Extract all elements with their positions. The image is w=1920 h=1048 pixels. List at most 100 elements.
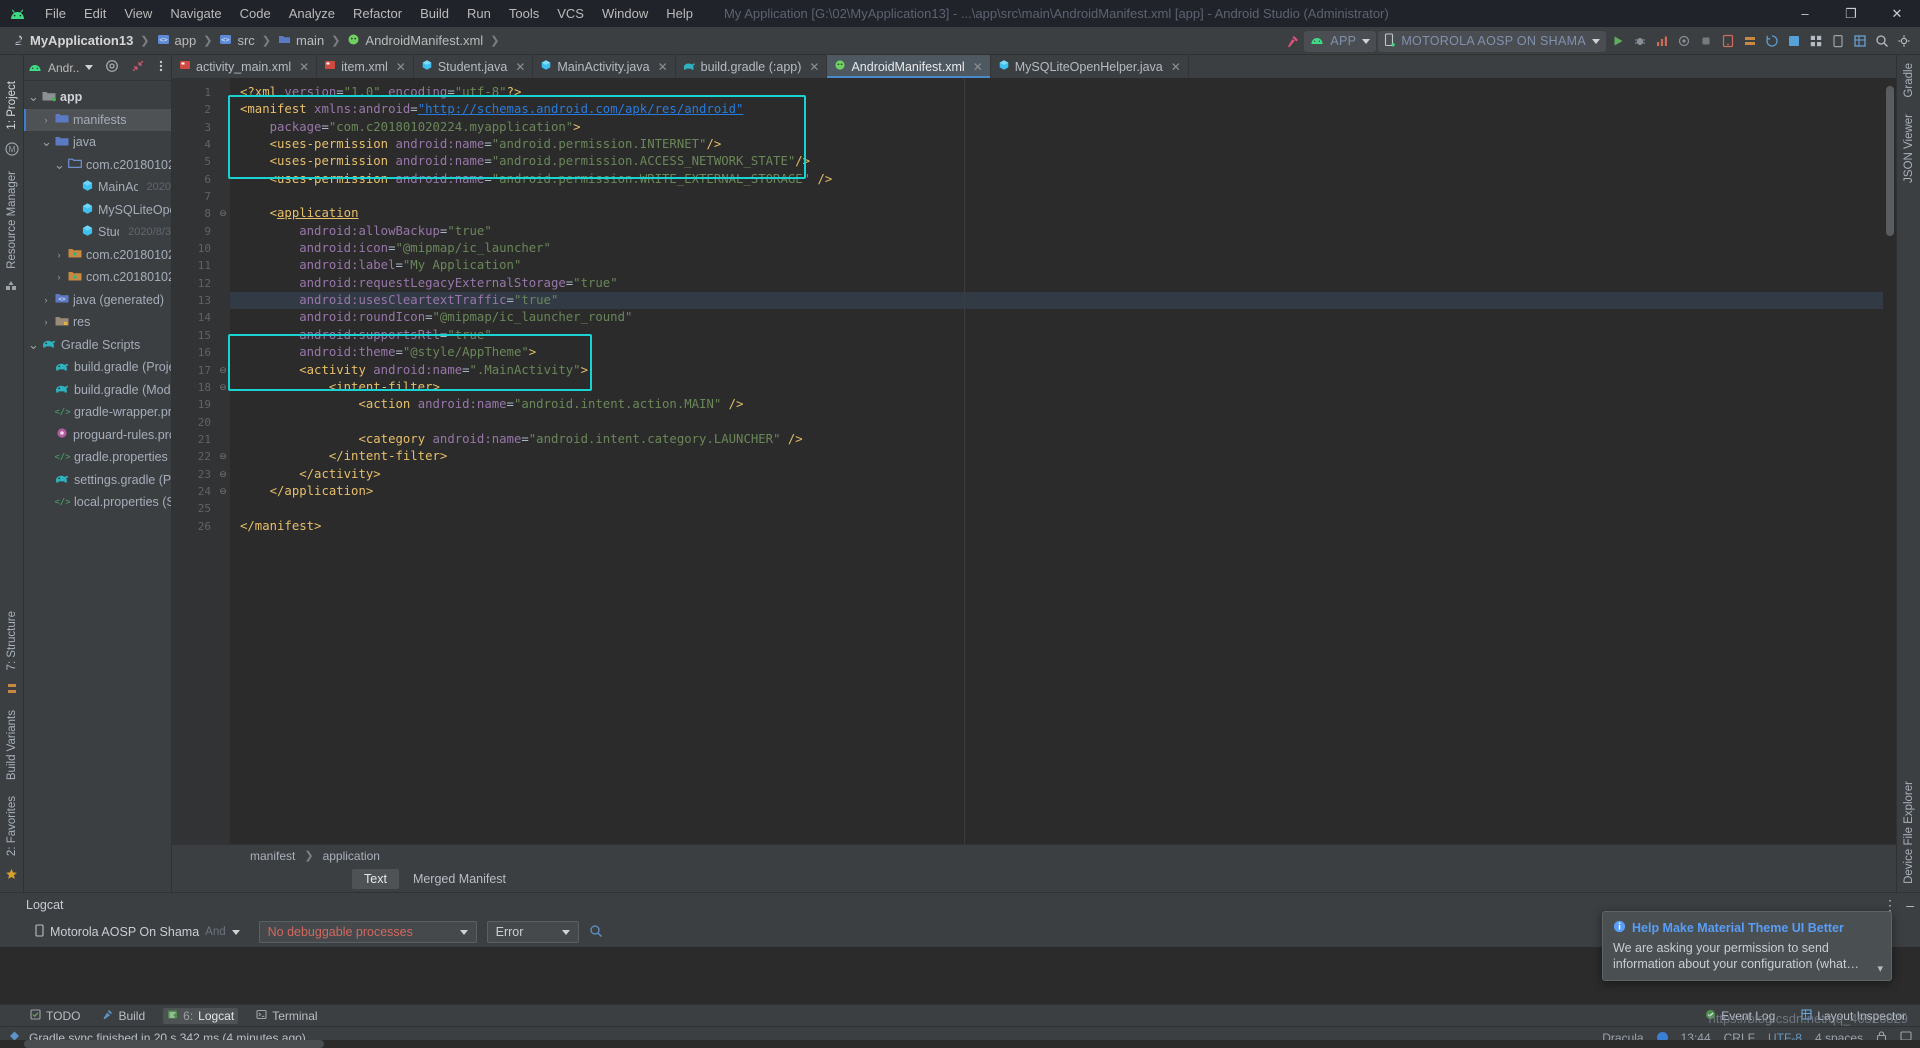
expand-arrow-icon[interactable]: › <box>41 295 51 305</box>
editor-tab-mainactivity-java[interactable]: MainActivity.java ✕ <box>533 55 676 78</box>
close-icon[interactable]: ✕ <box>809 60 819 74</box>
project-view-label[interactable]: Andr.. <box>48 61 79 75</box>
tree-node-app[interactable]: ⌄ app <box>24 86 171 109</box>
chevron-down-icon[interactable] <box>85 65 94 70</box>
expand-arrow-icon[interactable]: › <box>41 317 51 327</box>
search-filter-icon[interactable] <box>589 924 605 941</box>
tree-node-build-gradle-project-n[interactable]: build.gradle (Project: N <box>24 356 171 379</box>
attach-debugger-icon[interactable] <box>1674 30 1694 52</box>
tree-node-com-c20180102022[interactable]: › com.c20180102022… <box>24 244 172 267</box>
project-tree[interactable]: ⌄ app › manifests ⌄ java ⌄ com.c20180102022… Mai… <box>24 81 171 892</box>
more-options-icon[interactable] <box>159 59 163 76</box>
code-line[interactable]: android:allowBackup="true" <box>230 223 1896 240</box>
menu-navigate[interactable]: Navigate <box>161 3 230 24</box>
rail-item-structure[interactable]: 7: Structure <box>6 603 18 678</box>
code-line[interactable] <box>230 188 1896 205</box>
tree-node-manifests[interactable]: › manifests <box>24 108 171 131</box>
run-icon[interactable] <box>1608 30 1628 52</box>
code-line[interactable]: android:supportsRtl="true" <box>230 327 1896 344</box>
code-text[interactable]: <?xml version="1.0" encoding="utf-8"?> <m… <box>230 78 1896 844</box>
expand-arrow-icon[interactable]: ⌄ <box>28 338 39 351</box>
close-icon[interactable]: ✕ <box>973 60 983 74</box>
logcat-level-selector[interactable]: Error <box>486 921 579 943</box>
code-line[interactable]: </activity> <box>230 466 1896 483</box>
menu-build[interactable]: Build <box>411 3 458 24</box>
editor-scrollbar[interactable] <box>1883 78 1896 844</box>
close-button[interactable]: ✕ <box>1874 0 1920 27</box>
stop-icon[interactable] <box>1696 30 1716 52</box>
gradle-sync-icon[interactable] <box>1762 30 1782 52</box>
tree-node-settings-gradle-projec[interactable]: settings.gradle (Projec <box>24 469 171 492</box>
editor-tab-androidmanifest-xml[interactable]: AndroidManifest.xml ✕ <box>827 55 991 78</box>
expand-arrow-icon[interactable]: › <box>54 272 64 282</box>
code-line[interactable]: <activity android:name=".MainActivity"> <box>230 362 1896 379</box>
tree-node-proguard-rules-pro-p[interactable]: proguard-rules.pro (P <box>24 424 171 447</box>
tree-node-java[interactable]: ⌄ java <box>24 131 171 154</box>
code-line[interactable]: android:roundIcon="@mipmap/ic_launcher_r… <box>230 309 1896 326</box>
code-breadcrumb-manifest[interactable]: manifest <box>250 849 295 863</box>
logcat-process-selector[interactable]: No debuggable processes <box>258 921 477 943</box>
menu-code[interactable]: Code <box>231 3 280 24</box>
code-line[interactable]: </manifest> <box>230 518 1896 535</box>
expand-arrow-icon[interactable]: ⌄ <box>54 158 65 171</box>
code-line[interactable]: <application <box>230 205 1896 222</box>
breadcrumb-app[interactable]: <> app <box>153 32 201 50</box>
rail-item-gradle[interactable]: Gradle <box>1903 55 1915 106</box>
fold-toggle-icon[interactable]: ⊖ <box>216 362 230 379</box>
code-line[interactable]: <category android:name="android.intent.c… <box>230 431 1896 448</box>
code-line[interactable]: android:theme="@style/AppTheme"> <box>230 344 1896 361</box>
code-line[interactable]: <uses-permission android:name="android.p… <box>230 153 1896 170</box>
code-line[interactable]: android:icon="@mipmap/ic_launcher" <box>230 240 1896 257</box>
hide-icon[interactable]: – <box>1906 897 1914 913</box>
target-icon[interactable] <box>105 59 119 76</box>
material-theme-notification[interactable]: Help Make Material Theme UI Better We ar… <box>1602 911 1892 981</box>
code-line[interactable]: <?xml version="1.0" encoding="utf-8"?> <box>230 84 1896 101</box>
rail-item-favorites[interactable]: 2: Favorites <box>6 788 18 864</box>
tool-window-build[interactable]: Build <box>98 1008 149 1024</box>
code-line[interactable]: </intent-filter> <box>230 448 1896 465</box>
device-manager-icon[interactable] <box>1828 30 1848 52</box>
sdk-manager-icon[interactable] <box>1740 30 1760 52</box>
tree-node-java-generated[interactable]: › <> java (generated) <box>24 289 171 312</box>
rail-item-project[interactable]: 1: Project <box>6 73 18 138</box>
tree-node-com-c20180102022[interactable]: › com.c20180102022… <box>24 266 172 289</box>
code-line[interactable] <box>230 414 1896 431</box>
layout-inspector-toolbar-icon[interactable] <box>1850 30 1870 52</box>
avd-manager-icon[interactable] <box>1718 30 1738 52</box>
code-line[interactable]: <action android:name="android.intent.act… <box>230 396 1896 413</box>
editor-tab-mysqliteopenhelper-java[interactable]: MySQLiteOpenHelper.java ✕ <box>991 55 1189 78</box>
close-icon[interactable]: ✕ <box>658 60 668 74</box>
tab-merged-manifest[interactable]: Merged Manifest <box>401 869 518 889</box>
code-line[interactable]: <manifest xmlns:android="http://schemas.… <box>230 101 1896 118</box>
rail-item-device-file-explorer[interactable]: Device File Explorer <box>1903 773 1915 892</box>
collapse-all-icon[interactable] <box>131 59 145 76</box>
fold-toggle-icon[interactable]: ⊖ <box>216 205 230 222</box>
layout-editor-icon[interactable] <box>1806 30 1826 52</box>
profile-icon[interactable] <box>1652 30 1672 52</box>
fold-toggle-icon[interactable]: ⊖ <box>216 466 230 483</box>
tree-node-res[interactable]: › res <box>24 311 171 334</box>
menu-vcs[interactable]: VCS <box>548 3 593 24</box>
tab-text[interactable]: Text <box>352 869 399 889</box>
menu-file[interactable]: File <box>36 3 75 24</box>
tree-node-student[interactable]: Student 2020/8/3 <box>24 221 171 244</box>
expand-arrow-icon[interactable]: › <box>41 115 51 125</box>
rail-item-json-viewer[interactable]: JSON Viewer <box>1903 106 1915 191</box>
tree-node-com-c20180102022[interactable]: ⌄ com.c20180102022… <box>24 154 171 177</box>
code-editor[interactable]: 1 2 3 4 5 6 7 8 9 10 11 12 13 14 15 16 17 18 19 20 21 22 23 24 2… <box>172 78 1896 844</box>
tool-window-logcat[interactable]: 6: Logcat <box>163 1007 239 1024</box>
horizontal-scrollbar[interactable] <box>0 1040 1920 1048</box>
breadcrumb-src[interactable]: <> src <box>215 32 258 50</box>
menu-analyze[interactable]: Analyze <box>280 3 344 24</box>
menu-run[interactable]: Run <box>458 3 500 24</box>
code-line[interactable]: android:usesCleartextTraffic="true" <box>230 292 1896 310</box>
maximize-button[interactable]: ❐ <box>1828 0 1874 27</box>
tool-window-terminal[interactable]: Terminal <box>252 1008 321 1024</box>
editor-tab-bar[interactable]: activity_main.xml ✕ item.xml ✕ Student.java ✕… <box>172 55 1896 78</box>
expand-arrow-icon[interactable]: › <box>54 250 64 260</box>
fold-toggle-icon[interactable]: ⊖ <box>216 379 230 396</box>
rail-item-build-variants[interactable]: Build Variants <box>6 702 18 788</box>
tool-window-todo[interactable]: TODO <box>26 1008 84 1024</box>
close-icon[interactable]: ✕ <box>515 60 525 74</box>
tree-node-build-gradle-module[interactable]: build.gradle (Module: <box>24 379 171 402</box>
